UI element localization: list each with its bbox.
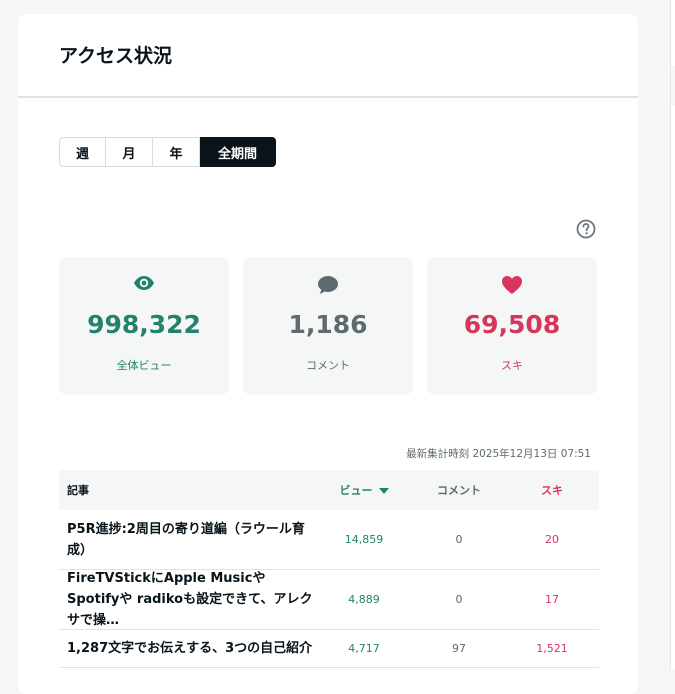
article-likes: 1,521	[536, 642, 568, 655]
period-tabs: 週 月 年 全期間	[59, 137, 276, 167]
articles-table: 記事 ビュー コメント スキ P5R進捗:2周目の寄り道編（ラウール育成） 14…	[59, 470, 599, 668]
article-title[interactable]: FireTVStickにApple MusicやSpotifyや radikoも…	[59, 568, 315, 631]
article-title[interactable]: 1,287文字でお伝えする、3つの自己紹介	[59, 638, 315, 659]
views-total-value: 998,322	[87, 310, 201, 339]
tab-week[interactable]: 週	[59, 137, 106, 167]
side-panel-edge	[670, 0, 675, 669]
article-title[interactable]: P5R進捗:2周目の寄り道編（ラウール育成）	[59, 519, 315, 561]
card-header: アクセス状況	[18, 14, 638, 98]
article-comments: 97	[452, 642, 466, 655]
table-row[interactable]: FireTVStickにApple MusicやSpotifyや radikoも…	[59, 570, 599, 630]
column-header-likes[interactable]: スキ	[505, 482, 599, 498]
tab-all-time[interactable]: 全期間	[200, 137, 276, 167]
table-row[interactable]: P5R進捗:2周目の寄り道編（ラウール育成） 14,859 0 20	[59, 510, 599, 570]
table-header: 記事 ビュー コメント スキ	[59, 470, 599, 510]
speech-bubble-icon	[318, 276, 338, 294]
eye-icon	[134, 276, 154, 290]
page-title: アクセス状況	[59, 45, 173, 67]
stat-likes: 69,508 スキ	[427, 257, 597, 395]
access-status-card: アクセス状況 週 月 年 全期間 998,322 全体ビュー 1,186 コメン…	[18, 14, 638, 694]
comments-total-value: 1,186	[288, 310, 368, 339]
tab-year[interactable]: 年	[153, 137, 200, 167]
column-header-title: 記事	[67, 484, 89, 497]
likes-total-label: スキ	[501, 359, 523, 372]
last-updated-text: 最新集計時刻 2025年12月13日 07:51	[406, 448, 591, 460]
tab-month[interactable]: 月	[106, 137, 153, 167]
article-likes: 20	[545, 533, 559, 546]
article-likes: 17	[545, 593, 559, 606]
heart-icon	[502, 276, 522, 294]
article-views: 4,717	[348, 642, 380, 655]
stat-views: 998,322 全体ビュー	[59, 257, 229, 395]
sort-desc-icon	[378, 488, 389, 494]
article-views: 14,859	[344, 533, 384, 546]
stat-comments: 1,186 コメント	[243, 257, 413, 395]
likes-total-value: 69,508	[463, 310, 561, 339]
article-views: 4,889	[348, 593, 380, 606]
column-header-comments[interactable]: コメント	[413, 482, 505, 498]
comments-total-label: コメント	[306, 359, 350, 372]
article-comments: 0	[455, 533, 463, 546]
table-row[interactable]: 1,287文字でお伝えする、3つの自己紹介 4,717 97 1,521	[59, 630, 599, 668]
article-comments: 0	[455, 593, 463, 606]
question-circle-icon[interactable]	[576, 219, 596, 239]
column-header-views[interactable]: ビュー	[315, 482, 413, 498]
views-total-label: 全体ビュー	[116, 359, 172, 372]
column-header-views-label: ビュー	[339, 484, 373, 497]
